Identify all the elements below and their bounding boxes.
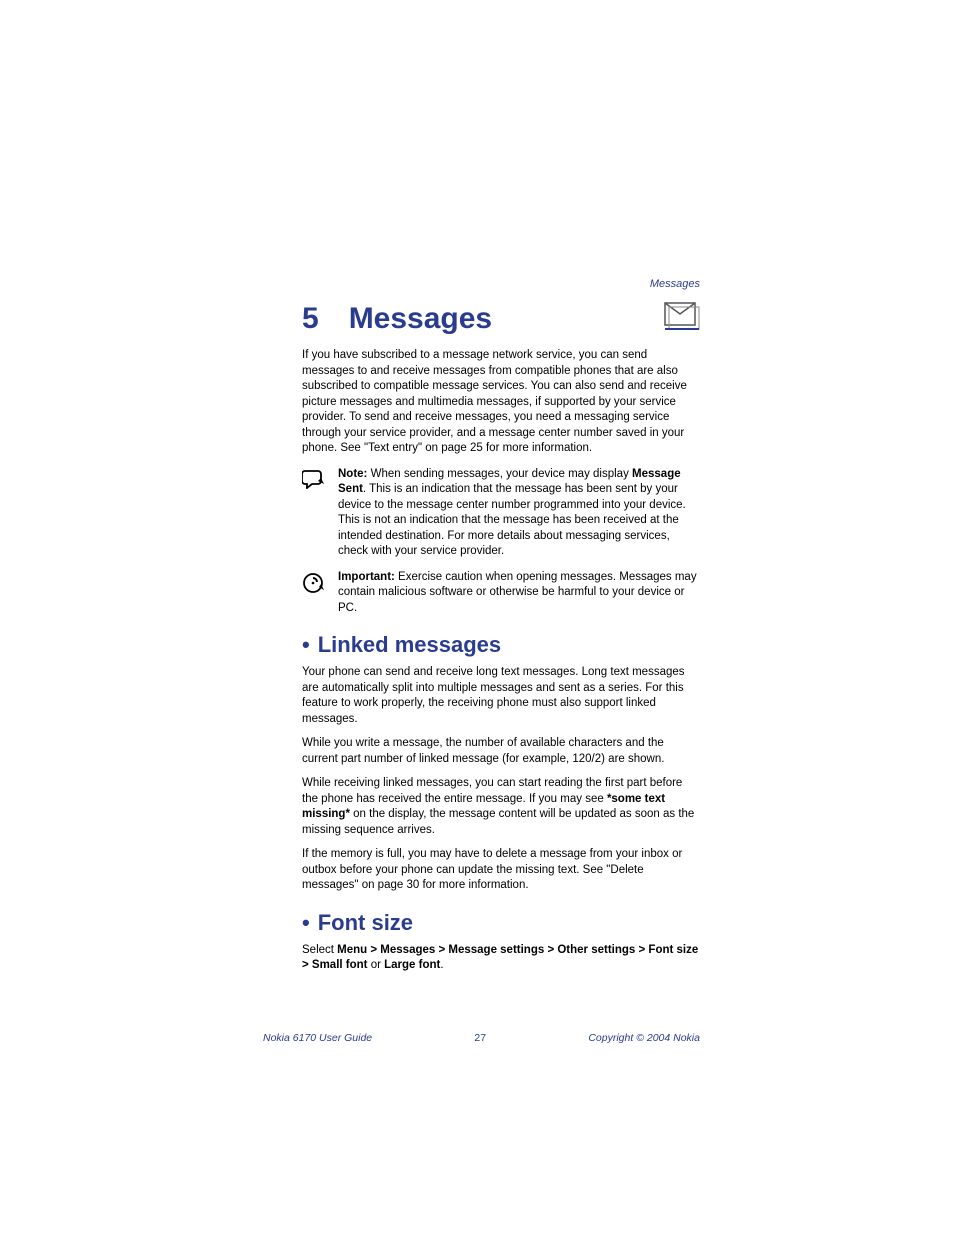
menu-path: Menu > Messages > Message settings > Oth… (302, 944, 698, 972)
footer-page-number: 27 (474, 1032, 486, 1044)
chapter-title: Messages (349, 304, 492, 334)
important-icon (302, 570, 326, 617)
footer-left: Nokia 6170 User Guide (263, 1032, 372, 1044)
section-font-size-heading: • Font size (302, 912, 700, 934)
bullet-icon: • (302, 912, 310, 934)
section-linked-messages-heading: • Linked messages (302, 634, 700, 656)
section-title: Linked messages (318, 634, 501, 656)
linked-p2: While you write a message, the number of… (302, 736, 700, 767)
note-before: When sending messages, your device may d… (367, 468, 632, 480)
chapter-heading: 5 Messages (302, 304, 700, 334)
footer-right: Copyright © 2004 Nokia (588, 1032, 700, 1044)
linked-p3: While receiving linked messages, you can… (302, 776, 700, 838)
important-callout: Important: Exercise caution when opening… (302, 570, 700, 617)
section-title: Font size (318, 912, 413, 934)
or-word: or (368, 959, 385, 971)
period: . (440, 959, 443, 971)
bullet-icon: • (302, 634, 310, 656)
font-size-p: Select Menu > Messages > Message setting… (302, 943, 700, 974)
note-text: Note: When sending messages, your device… (338, 467, 700, 560)
linked-p4: If the memory is full, you may have to d… (302, 847, 700, 894)
select-word: Select (302, 944, 337, 956)
important-text: Important: Exercise caution when opening… (338, 570, 700, 617)
running-header: Messages (650, 278, 700, 290)
envelope-icon (664, 302, 700, 330)
note-label: Note: (338, 468, 367, 480)
linked-p1: Your phone can send and receive long tex… (302, 665, 700, 727)
large-font: Large font (384, 959, 440, 971)
linked-p3-b: on the display, the message content will… (302, 808, 694, 836)
note-after: . This is an indication that the message… (338, 483, 686, 557)
chapter-number: 5 (302, 304, 319, 334)
note-callout: Note: When sending messages, your device… (302, 467, 700, 560)
page-footer: Nokia 6170 User Guide 27 Copyright © 200… (263, 1032, 700, 1044)
note-icon (302, 467, 326, 560)
page-content: Messages 5 Messages If you have subscrib… (302, 278, 700, 974)
important-label: Important: (338, 571, 395, 583)
intro-paragraph: If you have subscribed to a message netw… (302, 348, 700, 457)
